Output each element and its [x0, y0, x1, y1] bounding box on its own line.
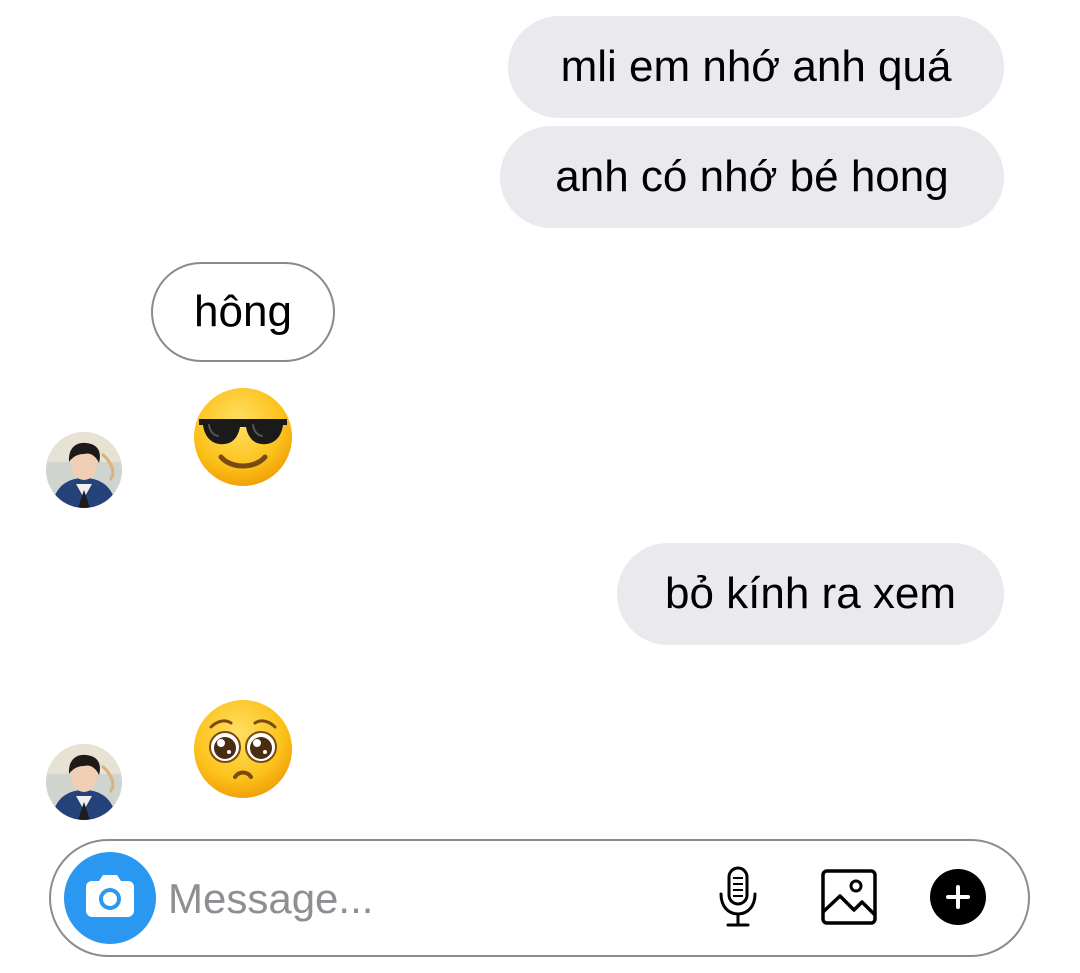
message-text: hông [194, 287, 292, 336]
smiling-face-with-sunglasses-emoji[interactable] [191, 385, 295, 489]
contact-avatar[interactable] [46, 432, 122, 508]
camera-icon [82, 873, 138, 924]
message-text: mli em nhớ anh quá [560, 42, 952, 91]
microphone-icon [716, 866, 760, 933]
plus-circle-icon [928, 867, 988, 932]
sent-message-bubble[interactable]: bỏ kính ra xem [617, 543, 1004, 645]
message-composer [49, 839, 1030, 957]
received-message-bubble[interactable]: hông [151, 262, 335, 362]
sent-message-bubble[interactable]: anh có nhớ bé hong [500, 126, 1004, 228]
message-text: anh có nhớ bé hong [555, 152, 949, 201]
gallery-button[interactable] [817, 867, 881, 931]
gallery-icon [820, 868, 878, 931]
voice-message-button[interactable] [706, 866, 770, 933]
camera-button[interactable] [64, 852, 156, 944]
more-options-button[interactable] [926, 867, 990, 931]
contact-avatar[interactable] [46, 744, 122, 820]
sent-message-bubble[interactable]: mli em nhớ anh quá [508, 16, 1004, 118]
message-text: bỏ kính ra xem [664, 569, 957, 618]
message-input[interactable] [168, 865, 688, 933]
pleading-face-emoji[interactable] [191, 697, 295, 801]
